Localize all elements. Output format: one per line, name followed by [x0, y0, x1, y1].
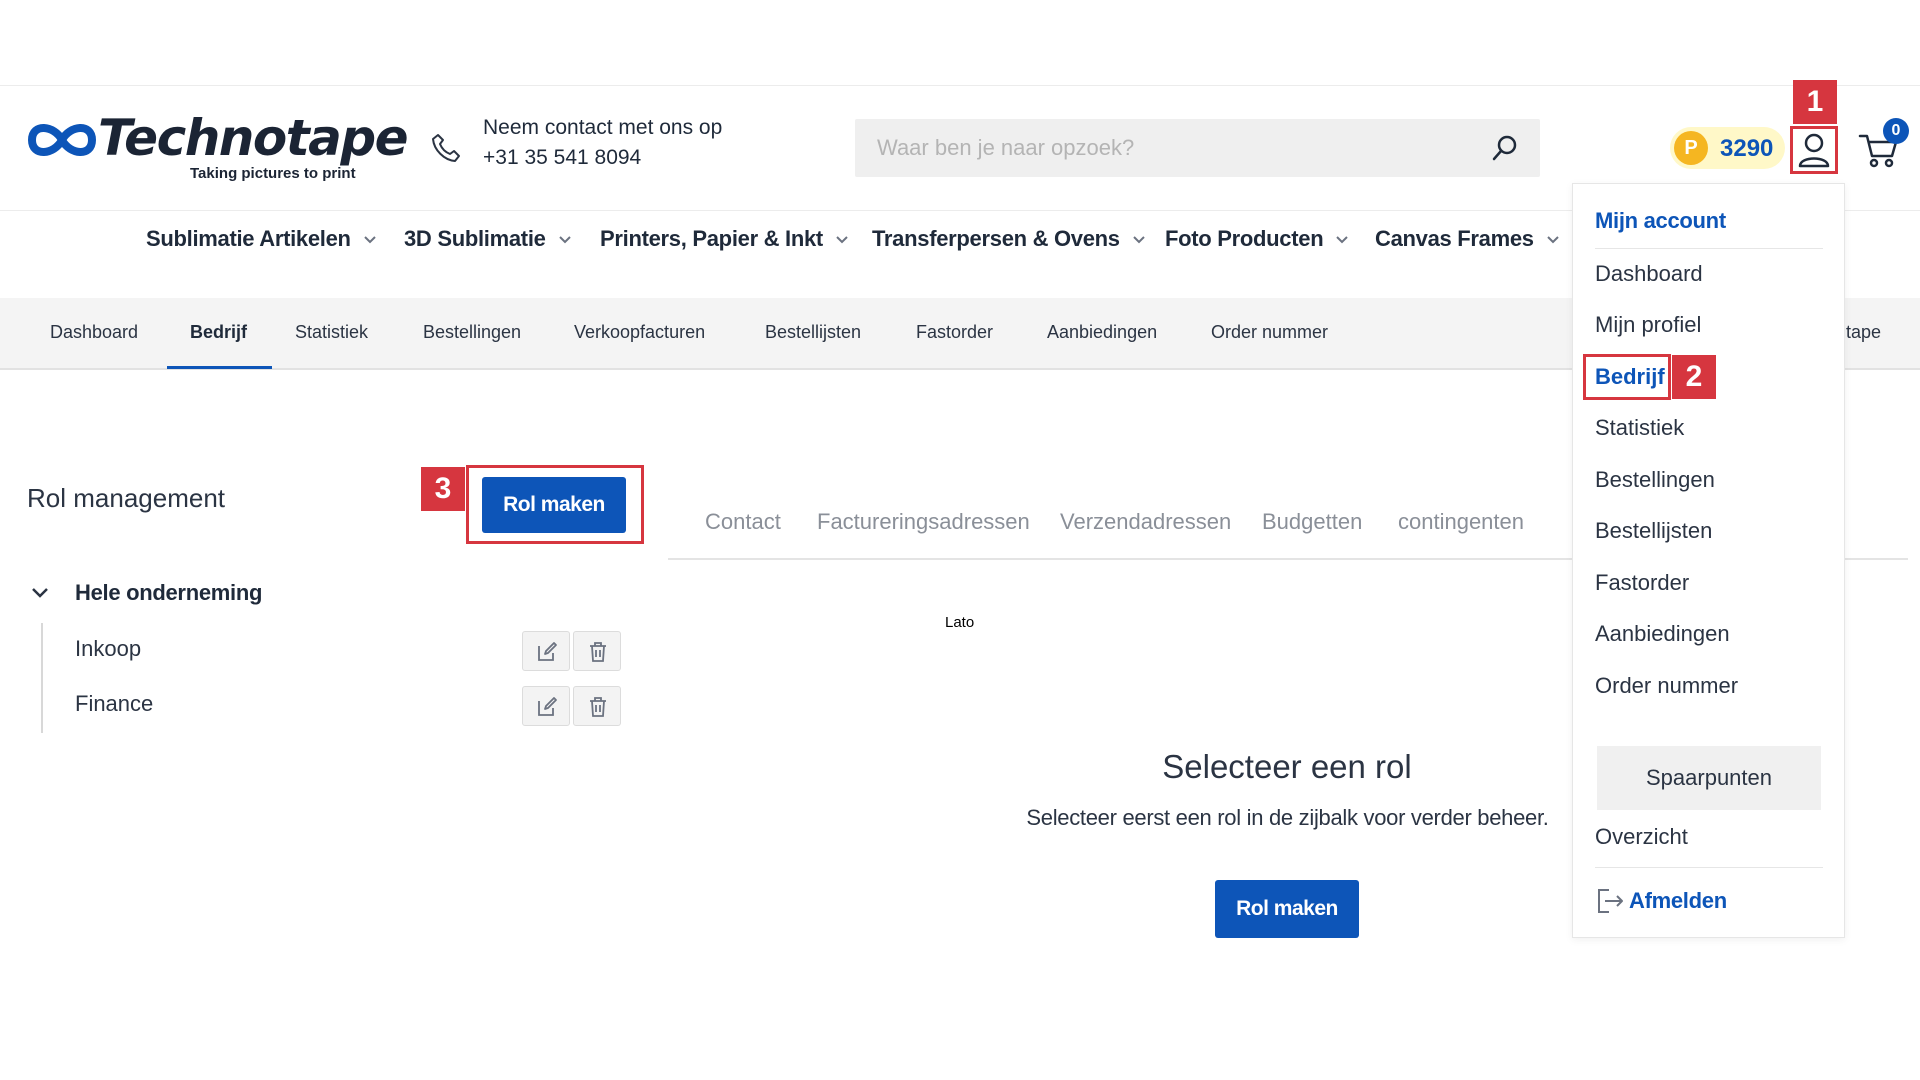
dropdown-separator: [1595, 248, 1823, 249]
edit-icon: [538, 697, 557, 716]
chevron-down-icon: [1336, 236, 1349, 244]
nav-transferpersen-ovens[interactable]: Transferpersen & Ovens: [872, 226, 1146, 252]
points-coin-icon: P: [1674, 131, 1708, 165]
edit-role-button[interactable]: [522, 686, 570, 726]
subnav-aanbiedingen[interactable]: Aanbiedingen: [1047, 322, 1157, 343]
logo[interactable]: Technotape Taking pictures to print: [26, 107, 409, 187]
chevron-down-icon: [1133, 236, 1145, 244]
callout-1-outline: [1790, 126, 1838, 174]
empty-state-create-role-button[interactable]: Rol maken: [1215, 880, 1359, 938]
role-item-finance[interactable]: Finance: [75, 691, 153, 717]
subnav-bestellingen[interactable]: Bestellingen: [423, 322, 521, 343]
trash-icon: [590, 697, 606, 717]
nav-label: Foto Producten: [1165, 226, 1324, 251]
subnav-overflow-text: tape: [1846, 322, 1882, 342]
subnav-verkoopfacturen[interactable]: Verkoopfacturen: [574, 322, 705, 343]
tab-contingenten[interactable]: contingenten: [1398, 509, 1524, 535]
role-group-label: Hele onderneming: [75, 580, 263, 605]
nav-label: Transferpersen & Ovens: [872, 226, 1120, 251]
callout-2-outline: [1583, 354, 1671, 400]
nav-label: 3D Sublimatie: [404, 226, 546, 251]
edit-role-button[interactable]: [522, 631, 570, 671]
empty-state-subtitle: Selecteer eerst een rol in de zijbalk vo…: [1026, 805, 1549, 830]
dropdown-item-bestellingen[interactable]: Bestellingen: [1595, 467, 1715, 493]
account-dropdown: Mijn account Dashboard Mijn profiel Bedr…: [1572, 183, 1845, 938]
nav-canvas-frames[interactable]: Canvas Frames: [1375, 226, 1560, 252]
dropdown-spaarpunten[interactable]: Spaarpunten: [1597, 746, 1821, 810]
empty-state-title: Selecteer een rol: [1162, 748, 1412, 785]
delete-role-button[interactable]: [573, 631, 621, 671]
infinity-logo-icon: [27, 124, 97, 156]
edit-icon: [538, 642, 557, 661]
search-icon[interactable]: [1490, 133, 1520, 163]
dropdown-separator: [1595, 867, 1823, 868]
contact-label: Neem contact met ons op: [483, 116, 723, 139]
nav-label: Sublimatie Artikelen: [146, 226, 351, 251]
search-bar: [855, 119, 1540, 177]
search-input[interactable]: [877, 119, 1467, 177]
cart-count-badge: 0: [1883, 118, 1909, 144]
top-divider: [0, 85, 1920, 86]
chevron-down-icon: [1547, 236, 1559, 244]
logo-wordmark: Technotape: [98, 109, 409, 167]
tree-connector-line: [41, 623, 43, 733]
subnav-fastorder[interactable]: Fastorder: [916, 322, 993, 343]
dropdown-item-fastorder[interactable]: Fastorder: [1595, 570, 1689, 596]
chevron-down-icon: [558, 236, 571, 244]
tab-budgetten[interactable]: Budgetten: [1262, 509, 1362, 535]
points-value: 3290: [1720, 135, 1774, 162]
tab-verzendadressen[interactable]: Verzendadressen: [1060, 509, 1231, 535]
logout-icon: [1598, 889, 1623, 913]
stray-font-label: Lato: [945, 614, 975, 631]
chevron-down-icon: [363, 236, 376, 244]
dropdown-item-aanbiedingen[interactable]: Aanbiedingen: [1595, 621, 1730, 647]
logout-label: Afmelden: [1629, 888, 1727, 913]
callout-3: 3: [421, 467, 465, 511]
rol-management-title: Rol management: [27, 483, 225, 513]
nav-printers-papier-inkt[interactable]: Printers, Papier & Inkt: [600, 226, 849, 252]
subnav-bedrijf[interactable]: Bedrijf: [190, 322, 247, 343]
dropdown-item-statistiek[interactable]: Statistiek: [1595, 415, 1684, 441]
callout-1: 1: [1793, 80, 1837, 124]
phone-icon: [432, 134, 460, 162]
subnav-order-nummer[interactable]: Order nummer: [1211, 322, 1328, 343]
dropdown-item-mijn-profiel[interactable]: Mijn profiel: [1595, 312, 1701, 338]
dropdown-item-dashboard[interactable]: Dashboard: [1595, 261, 1703, 287]
callout-2: 2: [1672, 355, 1716, 399]
points-badge[interactable]: P 3290: [1670, 127, 1785, 169]
nav-label: Canvas Frames: [1375, 226, 1534, 251]
dropdown-item-bestellijsten[interactable]: Bestellijsten: [1595, 518, 1712, 544]
logo-tagline: Taking pictures to print: [190, 165, 356, 182]
nav-foto-producten[interactable]: Foto Producten: [1165, 226, 1349, 252]
subnav-active-underline: [167, 366, 272, 369]
contact-phone[interactable]: +31 35 541 8094: [483, 146, 641, 170]
subnav-bestellijsten[interactable]: Bestellijsten: [765, 322, 861, 343]
subnav-statistiek[interactable]: Statistiek: [295, 322, 368, 343]
dropdown-heading-mijn-account[interactable]: Mijn account: [1595, 208, 1726, 234]
role-item-inkoop[interactable]: Inkoop: [75, 636, 141, 662]
chevron-down-icon: [836, 236, 848, 244]
dropdown-item-order-nummer[interactable]: Order nummer: [1595, 673, 1738, 699]
nav-3d-sublimatie[interactable]: 3D Sublimatie: [404, 226, 572, 252]
trash-icon: [590, 642, 606, 662]
nav-sublimatie-artikelen[interactable]: Sublimatie Artikelen: [146, 226, 377, 252]
delete-role-button[interactable]: [573, 686, 621, 726]
tab-contact[interactable]: Contact: [705, 509, 781, 535]
dropdown-item-overzicht[interactable]: Overzicht: [1595, 824, 1688, 850]
create-role-button[interactable]: Rol maken: [482, 477, 626, 533]
chevron-down-icon[interactable]: [30, 586, 50, 600]
tab-factureringsadressen[interactable]: Factureringsadressen: [817, 509, 1030, 535]
nav-label: Printers, Papier & Inkt: [600, 226, 823, 251]
subnav-dashboard[interactable]: Dashboard: [50, 322, 138, 343]
